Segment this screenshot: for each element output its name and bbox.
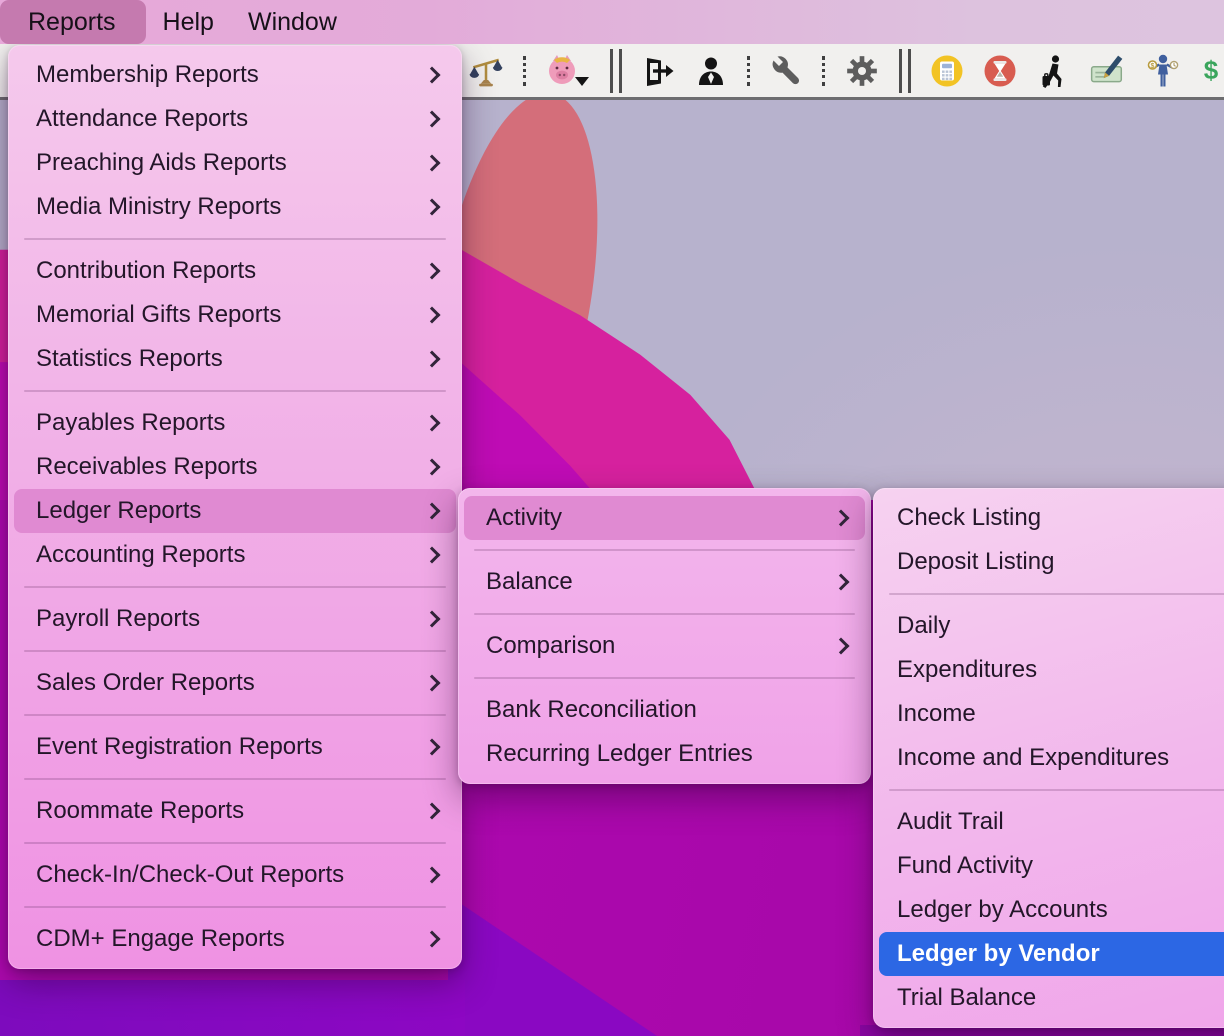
menu-separator <box>474 613 855 615</box>
menu-separator <box>24 390 446 392</box>
menubar-item-window[interactable]: Window <box>231 0 354 44</box>
chevron-right-icon <box>424 67 441 84</box>
menu-separator <box>889 789 1224 791</box>
toolbar-double-divider <box>899 49 911 93</box>
chevron-right-icon <box>424 503 441 520</box>
payroll-person-icon[interactable]: $ <box>1144 52 1182 90</box>
menu-item-audit-trail[interactable]: Audit Trail <box>879 800 1224 844</box>
menu-item-memorial-gifts-reports[interactable]: Memorial Gifts Reports <box>14 293 456 337</box>
chevron-right-icon <box>424 199 441 216</box>
toolbar-dotted-divider <box>822 56 825 86</box>
menu-separator <box>474 677 855 679</box>
piggy-bank-icon[interactable] <box>545 53 591 89</box>
menu-separator <box>24 238 446 240</box>
wrench-icon[interactable] <box>769 54 803 88</box>
balance-scale-icon[interactable] <box>468 53 504 89</box>
menu-item-activity[interactable]: Activity <box>464 496 865 540</box>
chevron-right-icon <box>424 675 441 692</box>
menu-item-cdm-engage-reports[interactable]: CDM+ Engage Reports <box>14 917 456 961</box>
chevron-right-icon <box>424 867 441 884</box>
menu-item-check-in-check-out-reports[interactable]: Check-In/Check-Out Reports <box>14 853 456 897</box>
menu-item-recurring-ledger-entries[interactable]: Recurring Ledger Entries <box>464 732 865 776</box>
menu-item-ledger-by-accounts[interactable]: Ledger by Accounts <box>879 888 1224 932</box>
menu-item-media-ministry-reports[interactable]: Media Ministry Reports <box>14 185 456 229</box>
svg-text:$: $ <box>1151 62 1155 69</box>
menubar-item-reports[interactable]: Reports <box>0 0 146 44</box>
menu-item-ledger-reports[interactable]: Ledger Reports <box>14 489 456 533</box>
menu-item-accounting-reports[interactable]: Accounting Reports <box>14 533 456 577</box>
menu-item-receivables-reports[interactable]: Receivables Reports <box>14 445 456 489</box>
chevron-right-icon <box>833 638 850 655</box>
check-writing-icon[interactable] <box>1089 53 1125 89</box>
toolbar-dotted-divider <box>523 56 526 86</box>
menu-separator <box>24 650 446 652</box>
menubar-item-help[interactable]: Help <box>146 0 231 44</box>
menu-item-preaching-aids-reports[interactable]: Preaching Aids Reports <box>14 141 456 185</box>
menu-item-fund-activity[interactable]: Fund Activity <box>879 844 1224 888</box>
chevron-right-icon <box>424 307 441 324</box>
menu-item-payroll-reports[interactable]: Payroll Reports <box>14 597 456 641</box>
chevron-right-icon <box>424 459 441 476</box>
wallpaper-corner-left <box>0 980 465 1036</box>
chevron-right-icon <box>833 510 850 527</box>
menu-item-income-and-expenditures[interactable]: Income and Expenditures <box>879 736 1224 780</box>
menu-item-check-listing[interactable]: Check Listing <box>879 496 1224 540</box>
menu-item-membership-reports[interactable]: Membership Reports <box>14 53 456 97</box>
menu-separator <box>24 714 446 716</box>
reports-menu: Membership Reports Attendance Reports Pr… <box>8 45 462 969</box>
exit-door-icon[interactable] <box>641 54 675 88</box>
dollar-icon[interactable]: $ <box>1201 55 1221 86</box>
menu-item-bank-reconciliation[interactable]: Bank Reconciliation <box>464 688 865 732</box>
menu-separator <box>24 586 446 588</box>
menu-item-attendance-reports[interactable]: Attendance Reports <box>14 97 456 141</box>
chevron-right-icon <box>424 931 441 948</box>
toolbar-double-divider <box>610 49 622 93</box>
activity-submenu: Check Listing Deposit Listing Daily Expe… <box>873 488 1224 1028</box>
toolbar-dotted-divider <box>747 56 750 86</box>
chevron-right-icon <box>424 415 441 432</box>
menu-item-deposit-listing[interactable]: Deposit Listing <box>879 540 1224 584</box>
menu-item-contribution-reports[interactable]: Contribution Reports <box>14 249 456 293</box>
chevron-right-icon <box>424 547 441 564</box>
menu-separator <box>24 906 446 908</box>
chevron-right-icon <box>424 803 441 820</box>
menu-bar: Reports Help Window <box>0 0 1224 44</box>
menu-item-expenditures[interactable]: Expenditures <box>879 648 1224 692</box>
menu-item-event-registration-reports[interactable]: Event Registration Reports <box>14 725 456 769</box>
chevron-right-icon <box>424 739 441 756</box>
user-icon[interactable] <box>694 54 728 88</box>
chevron-right-icon <box>424 263 441 280</box>
menu-separator <box>24 842 446 844</box>
hourglass-icon[interactable] <box>983 54 1017 88</box>
menu-separator <box>24 778 446 780</box>
menu-item-comparison[interactable]: Comparison <box>464 624 865 668</box>
ledger-reports-submenu: Activity Balance Comparison Bank Reconci… <box>458 488 871 784</box>
menu-separator <box>889 593 1224 595</box>
chevron-right-icon <box>424 351 441 368</box>
menu-item-income[interactable]: Income <box>879 692 1224 736</box>
menu-separator <box>474 549 855 551</box>
gear-icon[interactable] <box>844 53 880 89</box>
traveler-icon[interactable] <box>1036 54 1070 88</box>
menu-item-roommate-reports[interactable]: Roommate Reports <box>14 789 456 833</box>
menu-item-payables-reports[interactable]: Payables Reports <box>14 401 456 445</box>
chevron-right-icon <box>424 611 441 628</box>
chevron-right-icon <box>424 111 441 128</box>
menu-item-sales-order-reports[interactable]: Sales Order Reports <box>14 661 456 705</box>
calculator-icon[interactable] <box>930 54 964 88</box>
chevron-right-icon <box>833 574 850 591</box>
menu-item-daily[interactable]: Daily <box>879 604 1224 648</box>
menu-item-trial-balance[interactable]: Trial Balance <box>879 976 1224 1020</box>
screen: { "colors": { "selection_blue": "#2c67e4… <box>0 0 1224 1036</box>
menu-item-ledger-by-vendor[interactable]: Ledger by Vendor <box>879 932 1224 976</box>
menu-item-balance[interactable]: Balance <box>464 560 865 604</box>
menu-item-statistics-reports[interactable]: Statistics Reports <box>14 337 456 381</box>
chevron-right-icon <box>424 155 441 172</box>
